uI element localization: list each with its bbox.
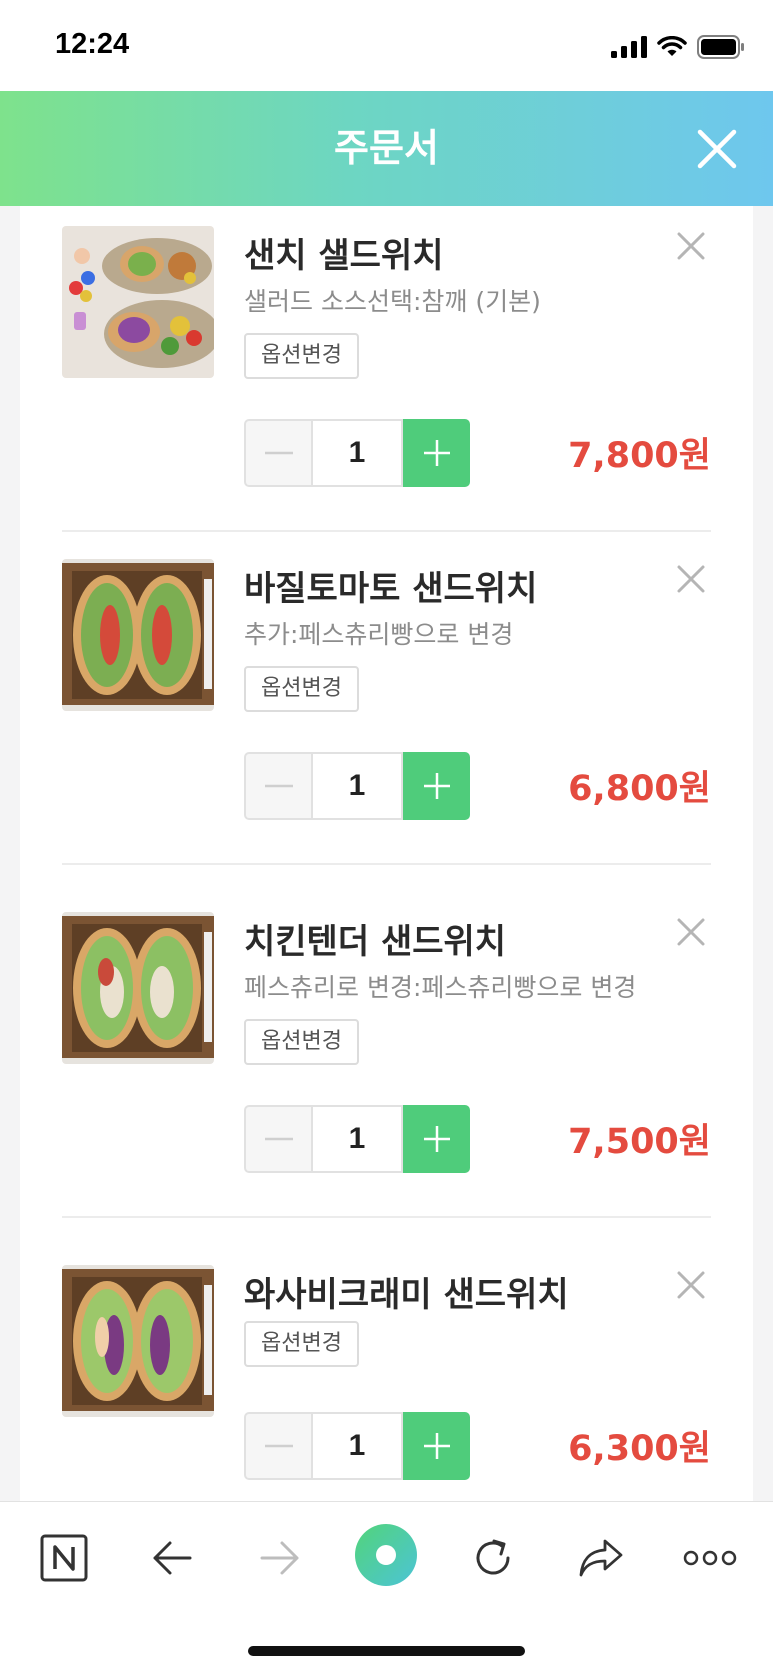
status-bar: 12:24 <box>0 0 773 91</box>
more-button[interactable] <box>680 1528 740 1588</box>
close-icon <box>677 232 705 260</box>
remove-item-button[interactable] <box>671 1265 711 1305</box>
plus-icon <box>423 440 450 466</box>
item-name: 치킨텐더 샌드위치 <box>244 922 507 962</box>
change-option-button[interactable]: 옵션변경 <box>244 666 359 712</box>
item-option: 추가:페스츄리빵으로 변경 <box>244 620 514 649</box>
change-option-button[interactable]: 옵션변경 <box>244 1321 359 1367</box>
quantity-stepper: 1 <box>244 1105 470 1173</box>
remove-item-button[interactable] <box>671 912 711 952</box>
order-item: 와사비크래미 샌드위치 옵션변경 1 6,300원 <box>62 1245 711 1501</box>
order-item: 치킨텐더 샌드위치 페스츄리로 변경:페스츄리빵으로 변경 옵션변경 1 7,5… <box>62 892 711 1245</box>
close-icon <box>677 918 705 946</box>
quantity-value[interactable]: 1 <box>311 419 403 487</box>
share-icon <box>579 1539 623 1577</box>
divider <box>62 530 711 532</box>
item-name: 바질토마토 샌드위치 <box>244 569 538 609</box>
item-price: 6,300원 <box>568 1429 711 1469</box>
plus-icon <box>423 1126 450 1152</box>
plus-icon <box>423 1433 450 1459</box>
minus-icon <box>264 784 293 788</box>
increase-quantity-button[interactable] <box>403 1412 470 1480</box>
item-price: 7,800원 <box>568 436 711 476</box>
close-icon <box>677 565 705 593</box>
plus-icon <box>423 773 450 799</box>
increase-quantity-button[interactable] <box>403 419 470 487</box>
close-icon <box>697 129 737 169</box>
forward-button[interactable] <box>250 1528 310 1588</box>
decrease-quantity-button[interactable] <box>244 752 311 820</box>
home-indicator <box>248 1646 525 1656</box>
product-thumbnail <box>62 226 214 378</box>
quantity-stepper: 1 <box>244 1412 470 1480</box>
quantity-stepper: 1 <box>244 419 470 487</box>
quantity-stepper: 1 <box>244 752 470 820</box>
minus-icon <box>264 1137 293 1141</box>
page-title: 주문서 <box>334 126 439 170</box>
item-name: 와사비크래미 샌드위치 <box>244 1275 569 1315</box>
remove-item-button[interactable] <box>671 559 711 599</box>
minus-icon <box>264 451 293 455</box>
order-item: 샌치 샐드위치 샐러드 소스선택:참깨 (기본) 옵션변경 1 7,800원 <box>62 206 711 559</box>
quantity-value[interactable]: 1 <box>311 752 403 820</box>
product-thumbnail <box>62 559 214 711</box>
order-content[interactable]: 샌치 샐드위치 샐러드 소스선택:참깨 (기본) 옵션변경 1 7,800원 바… <box>0 206 773 1501</box>
refresh-icon <box>476 1539 510 1575</box>
wifi-icon <box>657 36 687 56</box>
item-name: 샌치 샐드위치 <box>244 236 444 276</box>
back-button[interactable] <box>142 1528 202 1588</box>
item-price: 6,800원 <box>568 769 711 809</box>
product-thumbnail <box>62 912 214 1064</box>
browser-toolbar <box>0 1501 773 1673</box>
naver-home-button[interactable] <box>34 1528 94 1588</box>
item-option: 페스츄리로 변경:페스츄리빵으로 변경 <box>244 973 637 1002</box>
decrease-quantity-button[interactable] <box>244 1412 311 1480</box>
product-thumbnail <box>62 1265 214 1417</box>
increase-quantity-button[interactable] <box>403 1105 470 1173</box>
forward-arrow-icon <box>260 1541 299 1575</box>
more-icon <box>683 1550 737 1566</box>
refresh-button[interactable] <box>463 1528 523 1588</box>
naver-home-icon <box>40 1534 88 1582</box>
share-button[interactable] <box>571 1528 631 1588</box>
minus-icon <box>264 1444 293 1448</box>
battery-icon <box>697 35 744 59</box>
quantity-value[interactable]: 1 <box>311 1412 403 1480</box>
increase-quantity-button[interactable] <box>403 752 470 820</box>
order-item: 바질토마토 샌드위치 추가:페스츄리빵으로 변경 옵션변경 1 6,800원 <box>62 539 711 892</box>
green-dot-icon <box>355 1524 417 1586</box>
signal-icon <box>611 36 647 58</box>
divider <box>62 863 711 865</box>
back-arrow-icon <box>153 1541 192 1575</box>
status-icons <box>611 32 745 62</box>
item-price: 7,500원 <box>568 1122 711 1162</box>
order-header: 주문서 <box>0 91 773 206</box>
change-option-button[interactable]: 옵션변경 <box>244 1019 359 1065</box>
close-icon <box>677 1271 705 1299</box>
green-dot-button[interactable] <box>353 1522 419 1588</box>
item-option: 샐러드 소스선택:참깨 (기본) <box>244 287 541 316</box>
quantity-value[interactable]: 1 <box>311 1105 403 1173</box>
status-time: 12:24 <box>55 28 130 60</box>
change-option-button[interactable]: 옵션변경 <box>244 333 359 379</box>
decrease-quantity-button[interactable] <box>244 1105 311 1173</box>
order-list: 샌치 샐드위치 샐러드 소스선택:참깨 (기본) 옵션변경 1 7,800원 바… <box>20 206 753 1501</box>
decrease-quantity-button[interactable] <box>244 419 311 487</box>
divider <box>62 1216 711 1218</box>
remove-item-button[interactable] <box>671 226 711 266</box>
close-button[interactable] <box>691 123 743 175</box>
